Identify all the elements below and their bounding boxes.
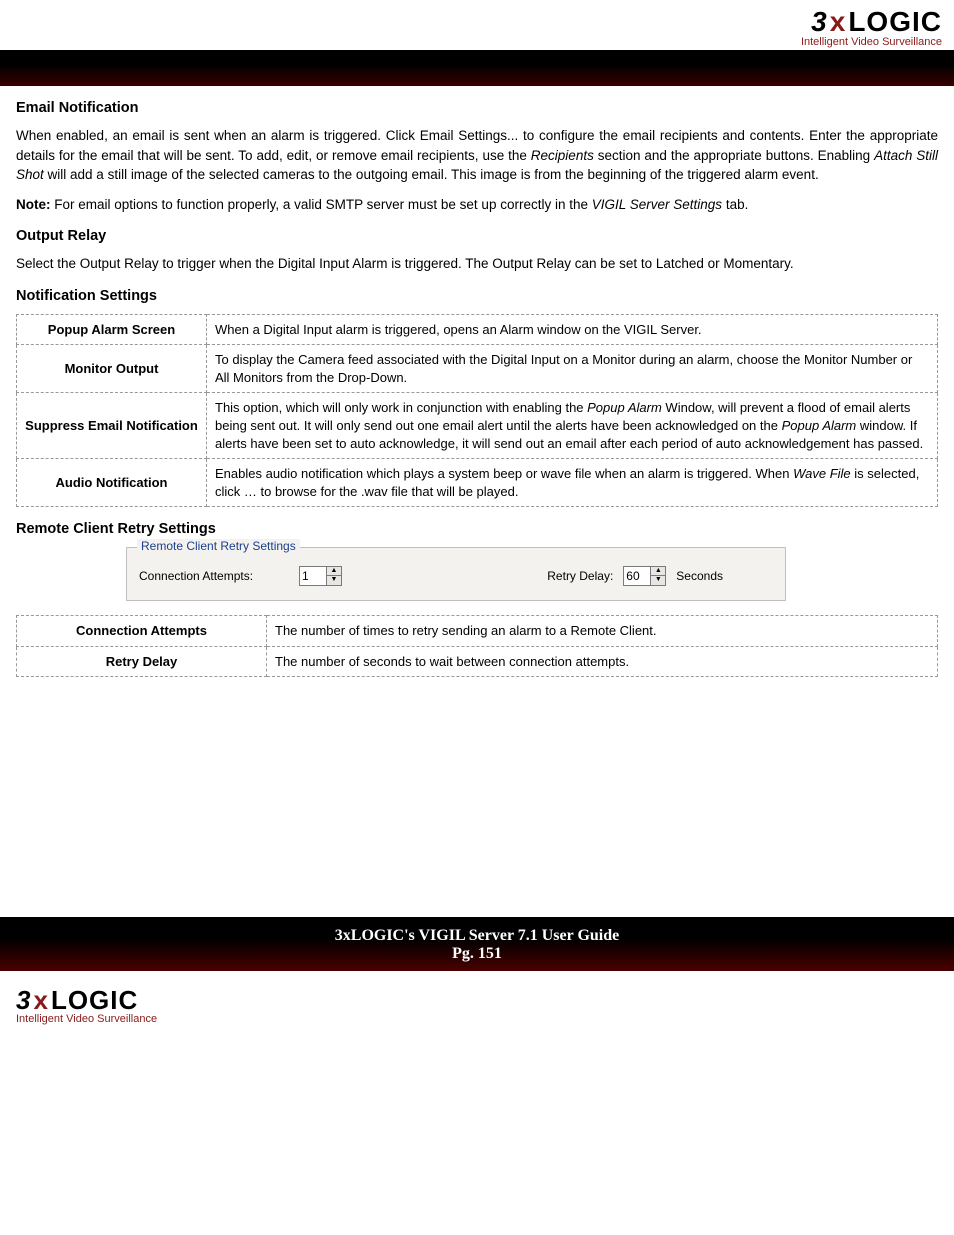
cell-desc: When a Digital Input alarm is triggered,…	[207, 314, 938, 345]
header-band	[0, 50, 954, 86]
text: will add a still image of the selected c…	[44, 167, 819, 182]
cell-label: Monitor Output	[17, 345, 207, 393]
brand-logo-footer: 3xLOGIC	[16, 987, 954, 1013]
brand-suffix: LOGIC	[51, 985, 138, 1015]
cell-label: Popup Alarm Screen	[17, 314, 207, 345]
footer-page: Pg. 151	[0, 945, 954, 963]
table-row: Popup Alarm Screen When a Digital Input …	[17, 314, 938, 345]
text-ital: Popup Alarm	[587, 400, 662, 415]
table-row: Audio Notification Enables audio notific…	[17, 459, 938, 507]
heading-output-relay: Output Relay	[16, 228, 938, 244]
note-label: Note:	[16, 197, 51, 212]
input-retry-delay[interactable]	[624, 567, 650, 585]
footer-band: 3xLOGIC's VIGIL Server 7.1 User Guide Pg…	[0, 917, 954, 971]
brand-tagline: Intelligent Video Surveillance	[0, 36, 942, 48]
spinner-connection-attempts[interactable]: ▲ ▼	[299, 566, 342, 586]
cell-label: Connection Attempts	[17, 616, 267, 647]
para-note: Note: For email options to function prop…	[16, 195, 938, 215]
cell-label: Retry Delay	[17, 646, 267, 677]
cell-desc: The number of times to retry sending an …	[267, 616, 938, 647]
header-logo-block: 3xLOGIC Intelligent Video Surveillance	[0, 0, 954, 50]
spinner-retry-delay[interactable]: ▲ ▼	[623, 566, 666, 586]
spinner-up-icon[interactable]: ▲	[651, 567, 665, 576]
para-output: Select the Output Relay to trigger when …	[16, 254, 938, 274]
fieldset-legend: Remote Client Retry Settings	[137, 539, 300, 553]
table-row: Suppress Email Notification This option,…	[17, 393, 938, 459]
label-retry-delay: Retry Delay:	[547, 569, 613, 583]
cell-desc: This option, which will only work in con…	[207, 393, 938, 459]
label-connection-attempts: Connection Attempts:	[139, 569, 289, 583]
cell-desc: To display the Camera feed associated wi…	[207, 345, 938, 393]
table-retry-settings: Connection Attempts The number of times …	[16, 615, 938, 677]
heading-remote-client-retry: Remote Client Retry Settings	[16, 521, 938, 537]
table-row: Retry Delay The number of seconds to wai…	[17, 646, 938, 677]
text: For email options to function properly, …	[51, 197, 592, 212]
footer-logo-block: 3xLOGIC Intelligent Video Surveillance	[0, 971, 954, 1035]
fieldset-row: Connection Attempts: ▲ ▼ Retry Delay: ▲ …	[139, 566, 773, 586]
page-content: Email Notification When enabled, an emai…	[0, 100, 954, 697]
brand-prefix: 3	[16, 985, 31, 1015]
text: tab.	[722, 197, 748, 212]
spinner-down-icon[interactable]: ▼	[651, 576, 665, 585]
cell-desc: Enables audio notification which plays a…	[207, 459, 938, 507]
text: Enables audio notification which plays a…	[215, 466, 793, 481]
cell-label: Audio Notification	[17, 459, 207, 507]
text-ital: Recipients	[531, 148, 594, 163]
heading-notification-settings: Notification Settings	[16, 288, 938, 304]
table-notification-settings: Popup Alarm Screen When a Digital Input …	[16, 314, 938, 507]
input-connection-attempts[interactable]	[300, 567, 326, 585]
brand-suffix: LOGIC	[848, 6, 942, 37]
brand-x: x	[31, 985, 50, 1015]
table-row: Monitor Output To display the Camera fee…	[17, 345, 938, 393]
brand-tagline-footer: Intelligent Video Surveillance	[16, 1013, 954, 1025]
para-email: When enabled, an email is sent when an a…	[16, 126, 938, 185]
brand-x: x	[828, 6, 849, 37]
text-ital: Popup Alarm	[782, 418, 857, 433]
brand-prefix: 3	[811, 6, 828, 37]
text: section and the appropriate buttons. Ena…	[594, 148, 874, 163]
cell-label: Suppress Email Notification	[17, 393, 207, 459]
text: This option, which will only work in con…	[215, 400, 587, 415]
text-ital: VIGIL Server Settings	[592, 197, 722, 212]
fieldset-remote-retry: Remote Client Retry Settings Connection …	[126, 547, 786, 601]
footer-title: 3xLOGIC's VIGIL Server 7.1 User Guide	[0, 927, 954, 945]
spinner-up-icon[interactable]: ▲	[327, 567, 341, 576]
text-ital: Wave File	[793, 466, 851, 481]
cell-desc: The number of seconds to wait between co…	[267, 646, 938, 677]
spinner-down-icon[interactable]: ▼	[327, 576, 341, 585]
heading-email-notification: Email Notification	[16, 100, 938, 116]
table-row: Connection Attempts The number of times …	[17, 616, 938, 647]
label-seconds: Seconds	[676, 569, 723, 583]
brand-logo: 3xLOGIC	[0, 8, 942, 36]
